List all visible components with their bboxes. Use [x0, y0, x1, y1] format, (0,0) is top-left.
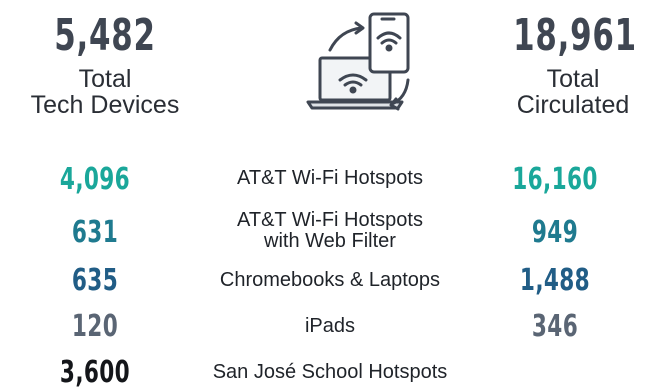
row-1-label: AT&T Wi-Fi Hotspots [237, 167, 423, 189]
row-2-left-value: 631 [71, 215, 119, 250]
row-5-left-value: 3,600 [59, 355, 131, 390]
total-devices-label-line2: Tech Devices [30, 91, 180, 120]
row-5-label: San José School Hotspots [212, 361, 448, 383]
total-circulated-label: Total Circulated [478, 66, 665, 119]
row-4-left-value: 120 [71, 309, 119, 344]
row-3-left-value: 635 [71, 263, 119, 298]
total-circulated-value: 18,961 [513, 10, 637, 61]
row-4-right-value: 346 [531, 309, 579, 344]
row-2-label: AT&T Wi-Fi Hotspots with Web Filter [180, 210, 480, 252]
devices-sync-icon [300, 10, 420, 120]
row-2-label-line2: with Web Filter [264, 230, 396, 252]
total-circulated-label-line2: Circulated [516, 91, 630, 120]
row-2-right-value: 949 [531, 215, 579, 250]
total-devices-label-line1: Total [78, 65, 132, 93]
row-3-label: Chromebooks & Laptops [219, 269, 441, 291]
row-3-right-value: 1,488 [519, 263, 591, 298]
row-1-left-value: 4,096 [59, 162, 131, 197]
total-devices-value: 5,482 [54, 10, 156, 61]
row-4-label: iPads [304, 315, 356, 337]
row-1-right-value: 16,160 [512, 162, 598, 197]
total-circulated-label-line1: Total [546, 65, 600, 93]
row-2-label-line1: AT&T Wi-Fi Hotspots [237, 209, 423, 231]
total-devices-label: Total Tech Devices [0, 66, 210, 119]
